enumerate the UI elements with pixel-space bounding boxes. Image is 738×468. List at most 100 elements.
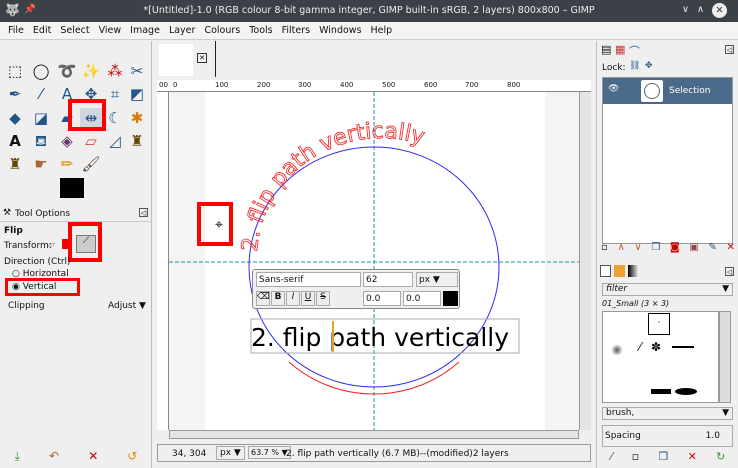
menu-help[interactable]: Help [371,25,393,36]
brush-filter-input[interactable]: filter ▼ [602,283,733,296]
ellipse-select-tool-icon[interactable]: ◯ [30,61,52,81]
brush-item-selected[interactable]: · [648,313,670,335]
lower-path-icon[interactable]: ∨ [634,242,641,253]
cage-tool-icon[interactable]: ☾ [104,108,126,128]
menu-colours[interactable]: Colours [204,25,240,36]
brush-scrollbar[interactable] [719,311,731,403]
minimize-button[interactable]: ∨ [682,4,689,15]
brush-item[interactable] [672,346,694,348]
menu-select[interactable]: Select [60,25,89,36]
brush-item[interactable] [651,389,671,394]
delete-brush-icon[interactable]: ✕ [688,450,697,463]
gradients-tab-icon[interactable] [628,265,639,277]
brush-item[interactable] [611,344,623,356]
heal-tool-icon[interactable]: ♜ [4,154,26,174]
path-row[interactable]: 👁 Selection [603,78,732,104]
layers-tab-icon[interactable]: ▤ [601,43,611,56]
color-picker-tool-icon[interactable]: ⁄ [30,84,52,104]
restore-options-icon[interactable]: ↶ [49,449,59,464]
underline-button[interactable]: U [301,291,315,306]
fuzzy-select-tool-icon[interactable]: ✨ [80,61,102,81]
font-input[interactable]: Sans-serif [256,272,361,287]
path-to-selection-icon[interactable]: ◙ [670,242,680,253]
menu-tools[interactable]: Tools [249,25,272,36]
unified-transform-tool-icon[interactable]: ◩ [126,84,148,104]
patterns-tab-icon[interactable] [614,265,625,277]
brush-grid[interactable]: · ⁄ ✽ [602,311,719,403]
edit-brush-icon[interactable]: ⁄ [611,450,613,463]
paths-tool-icon[interactable]: ✒ [4,84,26,104]
vertical-ruler[interactable] [157,92,169,430]
unit-select[interactable]: px ▼ [416,272,458,287]
pencil-tool-icon[interactable]: ✏ [56,154,78,174]
rotate-tool-icon[interactable]: ◆ [4,108,26,128]
lock-position-icon[interactable]: ✥ [645,61,653,71]
italic-button[interactable]: I [286,291,300,306]
menu-file[interactable]: File [8,25,24,36]
duplicate-path-icon[interactable]: ❐ [651,242,660,253]
canvas[interactable]: 2. flip path vertically ⌖ 2. flip path v… [169,92,579,430]
reset-options-icon[interactable]: ↺ [127,449,137,464]
clipping-select[interactable]: Adjust ▼ [108,301,146,311]
menu-edit[interactable]: Edit [33,25,51,36]
refresh-brushes-icon[interactable]: ↻ [716,450,725,463]
text-color-button[interactable] [443,291,458,306]
menu-filters[interactable]: Filters [282,25,310,36]
size-input[interactable]: 62 [363,272,413,287]
bucket-fill-tool-icon[interactable]: ⛾ [30,131,52,151]
paintbrush-tool-icon[interactable]: 🖌 [80,154,102,174]
horizontal-scrollbar[interactable] [169,430,579,439]
selection-to-path-icon[interactable]: ▣ [689,242,698,253]
rect-select-tool-icon[interactable]: ⬚ [4,61,26,81]
brush-item[interactable] [675,388,697,395]
smudge-tool-icon[interactable]: ☛ [30,154,52,174]
lasso-tool-icon[interactable]: ➰ [56,61,78,81]
channels-tab-icon[interactable]: ▦ [615,43,625,56]
tab-menu-icon[interactable]: ◁ [725,267,734,276]
new-brush-icon[interactable]: ▫ [632,450,639,463]
bold-button[interactable]: B [271,291,285,306]
crop-tool-icon[interactable]: ⌗ [104,84,126,104]
maximize-button[interactable]: ∧ [697,4,704,15]
warp-tool-icon[interactable]: ✱ [126,108,148,128]
image-tab-thumbnail[interactable] [159,44,193,76]
menu-layer[interactable]: Layer [169,25,196,36]
scissors-tool-icon[interactable]: ✂ [126,61,148,81]
color-select-tool-icon[interactable]: ⁂ [104,61,126,81]
raise-path-icon[interactable]: ∧ [617,242,624,253]
zoom-select[interactable]: 63.7 % ▼ [248,446,291,459]
eraser-tool-icon[interactable]: ▱ [80,131,102,151]
clear-style-icon[interactable]: ⌫ [256,291,270,306]
tool-options-tab[interactable]: Tool Options [15,209,70,219]
kerning-input[interactable]: 0.0 [403,291,441,306]
brush-item[interactable]: ✽ [651,340,661,354]
menu-image[interactable]: Image [130,25,160,36]
visibility-eye-icon[interactable]: 👁 [608,84,619,94]
menu-view[interactable]: View [99,25,122,36]
close-image-icon[interactable]: ✕ [197,53,207,63]
foreground-color[interactable] [60,178,84,198]
brush-item[interactable]: ⁄ [639,340,641,354]
duplicate-brush-icon[interactable]: ❐ [658,450,668,463]
blend-tool-icon[interactable]: ◈ [56,131,78,151]
delete-path-icon[interactable]: ✕ [727,242,735,253]
brushes-tab-icon[interactable] [600,265,611,277]
clone-tool-icon[interactable]: ♜ [126,131,148,151]
unit-select[interactable]: px ▼ [216,446,245,460]
menu-windows[interactable]: Windows [319,25,361,36]
brush-tag-input[interactable]: brush, ▼ [602,407,733,420]
airbrush-tool-icon[interactable]: ◿ [104,131,126,151]
scale-tool-icon[interactable]: ◪ [30,108,52,128]
strikethrough-button[interactable]: S [316,291,330,306]
lock-path-icon[interactable]: ⛓ [629,61,640,71]
horizontal-ruler[interactable]: 00 0 100 200 300 400 500 600 700 800 [157,80,591,92]
close-button[interactable]: ✕ [712,3,727,18]
text-tool-icon[interactable]: A [4,131,26,151]
save-options-icon[interactable]: ⤓ [15,449,20,464]
delete-options-icon[interactable]: ✕ [88,449,98,464]
paths-tab-icon[interactable]: ⌒ [629,43,640,59]
vertical-scrollbar[interactable] [579,92,591,430]
stroke-path-icon[interactable]: ✎ [709,242,717,253]
spacing-slider[interactable]: Spacing 1.0 [602,425,733,447]
transform-layer-icon[interactable]: ▱ [48,240,55,250]
